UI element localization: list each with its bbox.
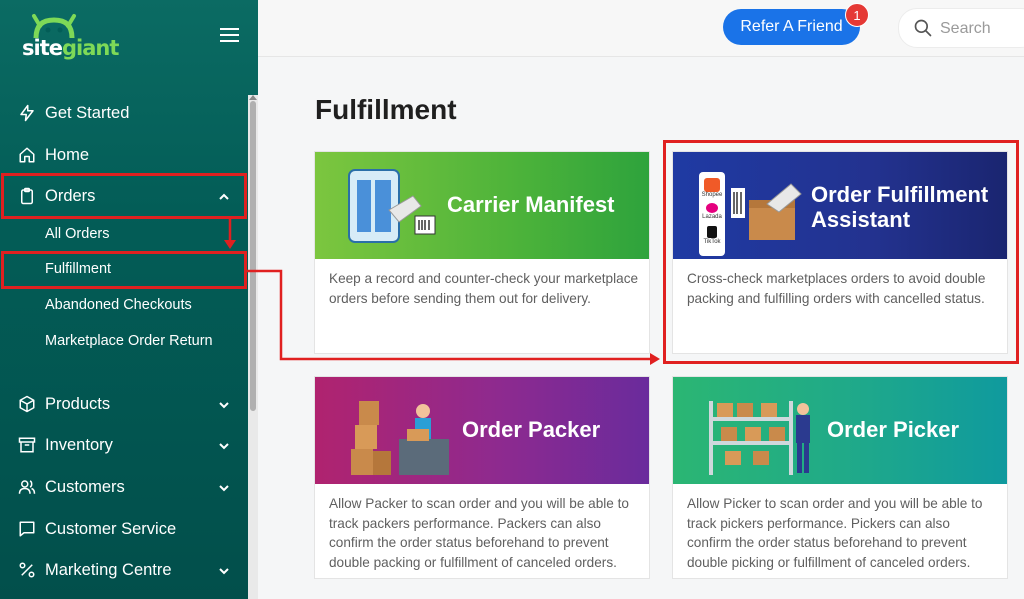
search-placeholder: Search: [940, 20, 991, 37]
page-title: Fulfillment: [315, 94, 457, 125]
card-banner: Order Picker: [673, 377, 1007, 484]
packer-illustration-icon: [351, 401, 449, 475]
search-input[interactable]: Search: [898, 8, 1024, 48]
card-description: Allow Picker to scan order and you will …: [687, 496, 983, 570]
scanner-manifest-illustration-icon: [348, 169, 436, 243]
card-title: Order Picker: [827, 417, 960, 442]
card-carrier-manifest[interactable]: Carrier Manifest Keep a record and count…: [314, 151, 650, 354]
card-title: Order Packer: [462, 417, 601, 442]
fulfillment-assistant-highlight-box: [663, 140, 1019, 364]
card-title: Carrier Manifest: [447, 192, 615, 217]
search-icon: [913, 18, 933, 43]
card-order-packer[interactable]: Order Packer Allow Packer to scan order …: [314, 376, 650, 579]
notification-badge: 1: [845, 3, 869, 27]
card-banner: Carrier Manifest: [315, 152, 649, 259]
card-description: Allow Packer to scan order and you will …: [329, 496, 629, 570]
card-order-picker[interactable]: Order Picker Allow Picker to scan order …: [672, 376, 1008, 579]
picker-illustration-icon: [709, 401, 810, 475]
card-description: Keep a record and counter-check your mar…: [329, 271, 639, 306]
refer-a-friend-button[interactable]: Refer A Friend: [723, 9, 860, 45]
card-banner: Order Packer: [315, 377, 649, 484]
